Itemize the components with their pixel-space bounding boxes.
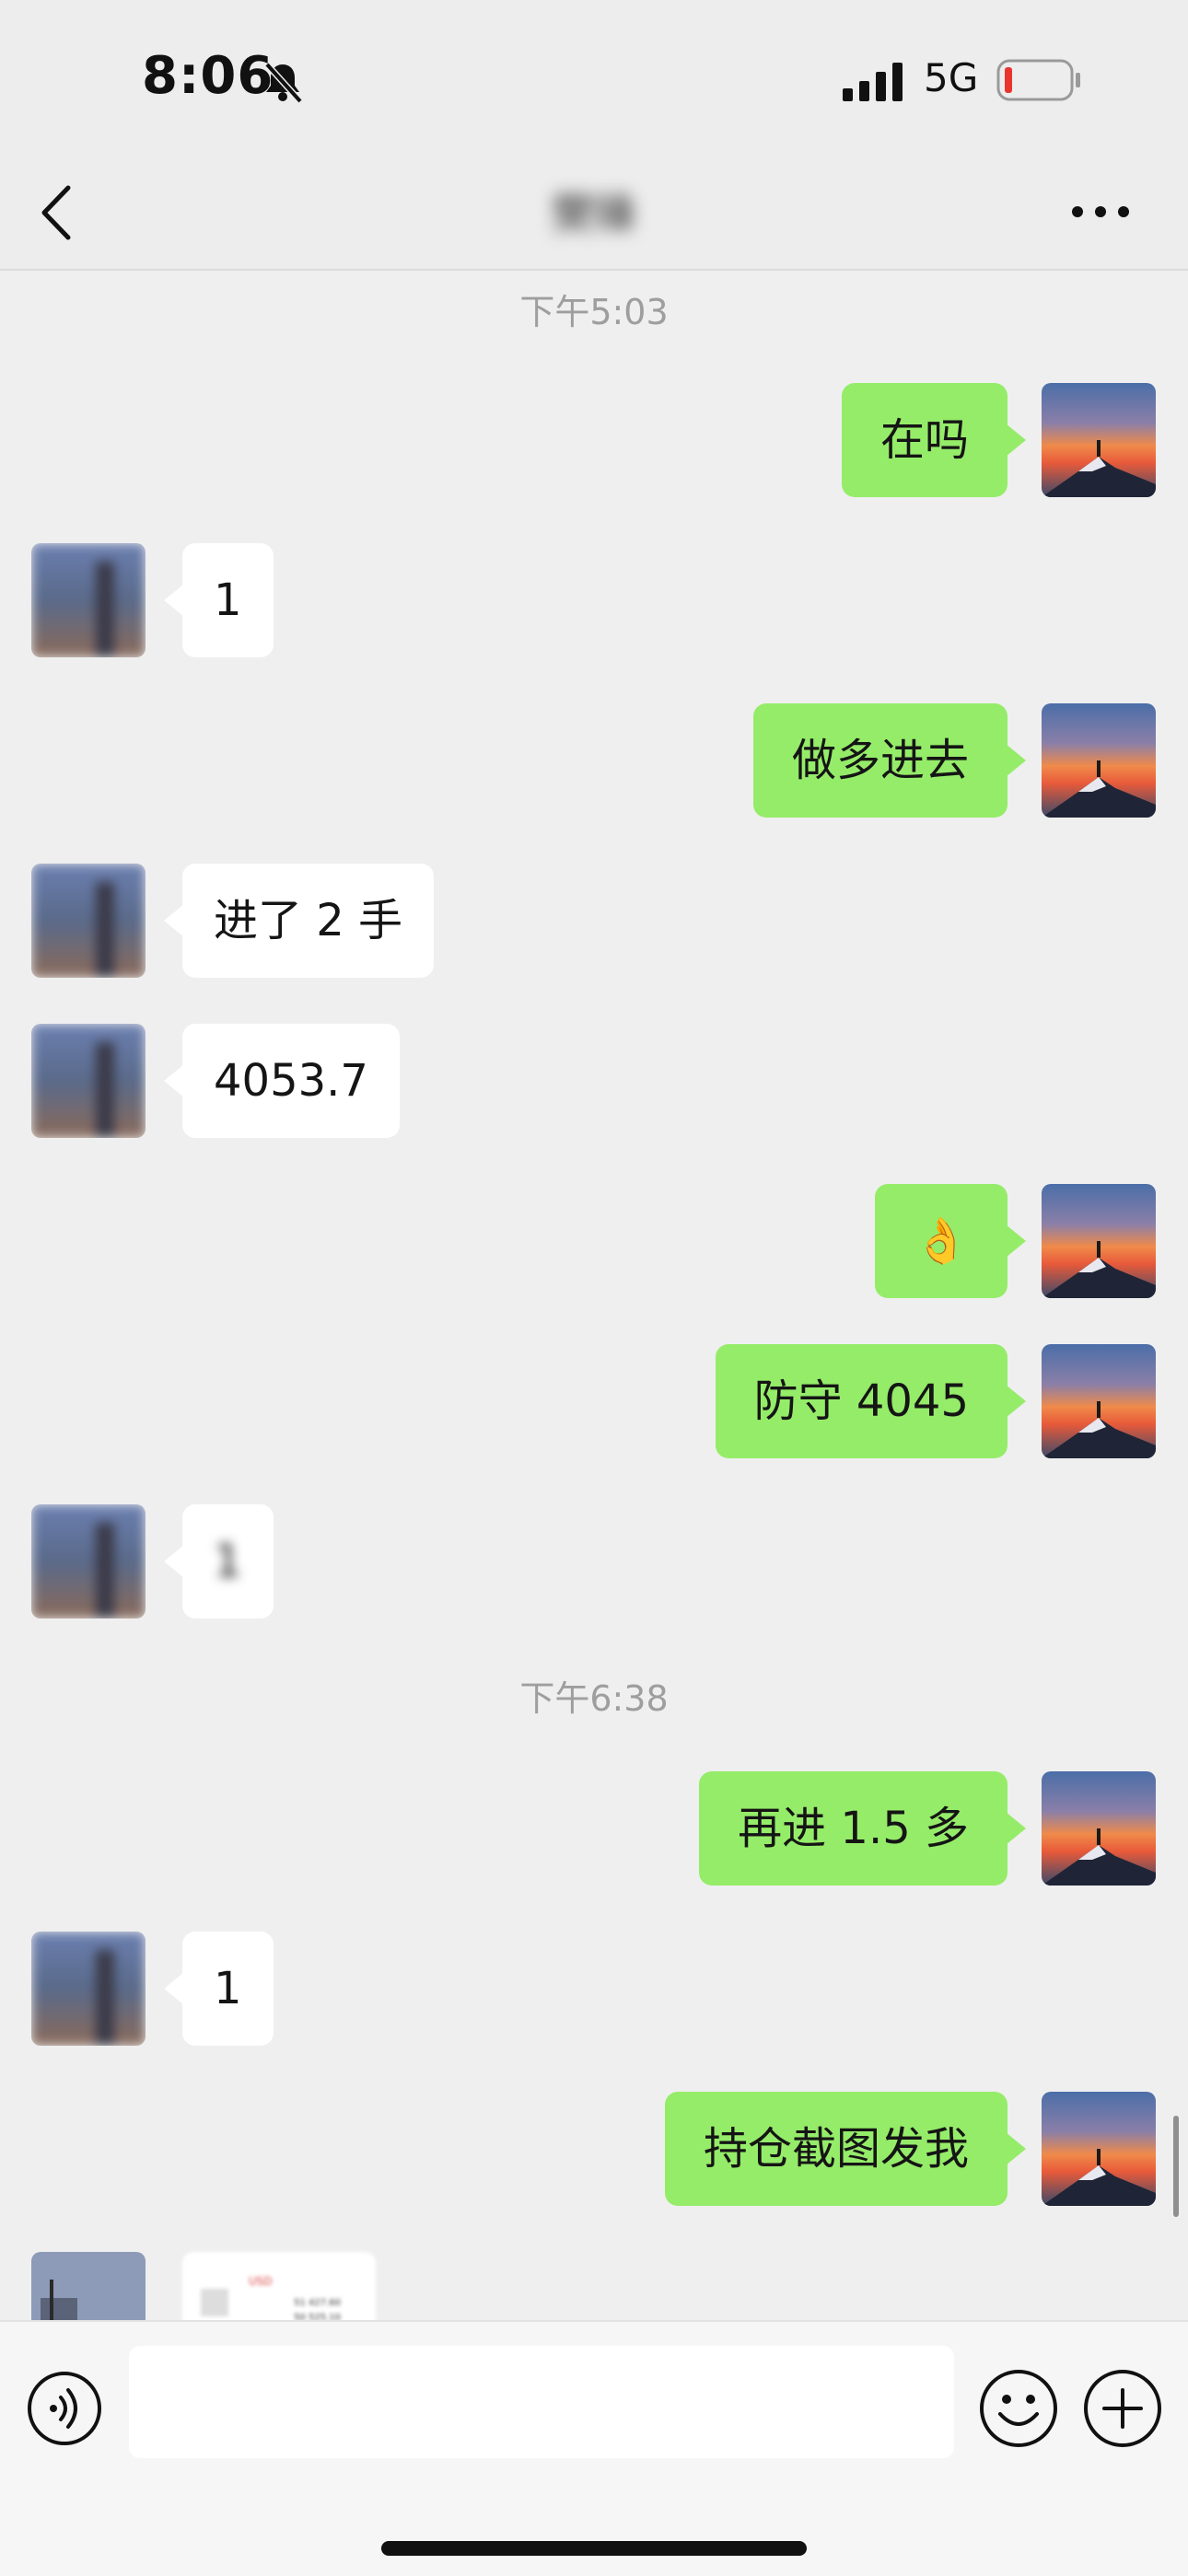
message-row-outgoing: 持仓截图发我: [0, 2092, 1188, 2206]
message-row-incoming: 1: [0, 543, 1188, 657]
input-bar: [0, 2320, 1188, 2576]
message-row-incoming: 1: [0, 1504, 1188, 1619]
avatar[interactable]: [1042, 1771, 1156, 1886]
image-message-thumbnail[interactable]: USD 51 427.60 50 525.10: [182, 2252, 376, 2320]
outgoing-bubble[interactable]: 再进 1.5 多: [699, 1771, 1026, 1886]
network-type: 5G: [924, 55, 979, 100]
message-list[interactable]: 下午5:03 在吗 1 做多进去 进了 2 手 4053.7 👌 防守 4045…: [0, 269, 1188, 2320]
message-row-outgoing: 👌: [0, 1184, 1188, 1298]
status-bar: 8:06 5G: [0, 0, 1188, 157]
incoming-bubble[interactable]: 进了 2 手: [163, 864, 435, 978]
avatar[interactable]: [1042, 703, 1156, 818]
message-row-incoming: 4053.7: [0, 1024, 1188, 1138]
avatar[interactable]: [31, 1024, 146, 1138]
chevron-left-icon[interactable]: [35, 182, 81, 243]
incoming-bubble[interactable]: 1: [164, 1932, 274, 2046]
avatar[interactable]: [31, 543, 146, 657]
outgoing-bubble[interactable]: 做多进去: [752, 703, 1027, 818]
avatar[interactable]: [31, 1504, 146, 1619]
avatar[interactable]: [31, 1932, 146, 2046]
incoming-bubble[interactable]: 1: [164, 1504, 274, 1619]
message-row-outgoing: 防守 4045: [0, 1344, 1188, 1458]
emoji-icon[interactable]: [978, 2368, 1059, 2449]
chat-title: 樊锋: [552, 189, 636, 238]
battery-icon: [996, 59, 1080, 101]
message-input[interactable]: [129, 2346, 954, 2458]
avatar[interactable]: [1042, 2092, 1156, 2206]
thumb-value-1: 51 427.60: [294, 2298, 341, 2308]
more-dots-icon[interactable]: [1068, 193, 1133, 230]
avatar[interactable]: [1042, 1184, 1156, 1298]
outgoing-bubble[interactable]: 在吗: [841, 383, 1027, 497]
bell-slash-icon: [264, 62, 303, 104]
avatar[interactable]: [31, 2252, 146, 2320]
incoming-bubble[interactable]: 1: [164, 543, 274, 657]
cellular-signal-icon: [843, 63, 903, 101]
home-indicator[interactable]: [381, 2541, 807, 2556]
message-row-incoming: 1: [0, 1932, 1188, 2046]
outgoing-bubble[interactable]: 👌: [875, 1184, 1026, 1298]
chat-header: 樊锋: [0, 157, 1188, 271]
voice-icon[interactable]: [26, 2370, 103, 2447]
outgoing-bubble[interactable]: 防守 4045: [715, 1344, 1027, 1458]
incoming-bubble[interactable]: 4053.7: [164, 1024, 400, 1138]
avatar[interactable]: [1042, 383, 1156, 497]
message-row-outgoing: 做多进去: [0, 703, 1188, 818]
thumb-value-2: 50 525.10: [294, 2313, 341, 2320]
incoming-bubble-text: 1: [214, 1536, 242, 1587]
avatar[interactable]: [31, 864, 146, 978]
plus-icon[interactable]: [1082, 2368, 1163, 2449]
timestamp: 下午5:03: [519, 292, 669, 332]
message-row-outgoing: 再进 1.5 多: [0, 1771, 1188, 1886]
message-row-outgoing: 在吗: [0, 383, 1188, 497]
scrollbar[interactable]: [1173, 2116, 1179, 2217]
message-row-incoming: 进了 2 手: [0, 864, 1188, 978]
timestamp: 下午6:38: [519, 1678, 669, 1719]
message-row-incoming: USD 51 427.60 50 525.10: [0, 2252, 1188, 2320]
thumb-currency: USD: [249, 2275, 273, 2288]
avatar[interactable]: [1042, 1344, 1156, 1458]
outgoing-bubble[interactable]: 持仓截图发我: [664, 2092, 1027, 2206]
status-time: 8:06: [142, 46, 274, 106]
